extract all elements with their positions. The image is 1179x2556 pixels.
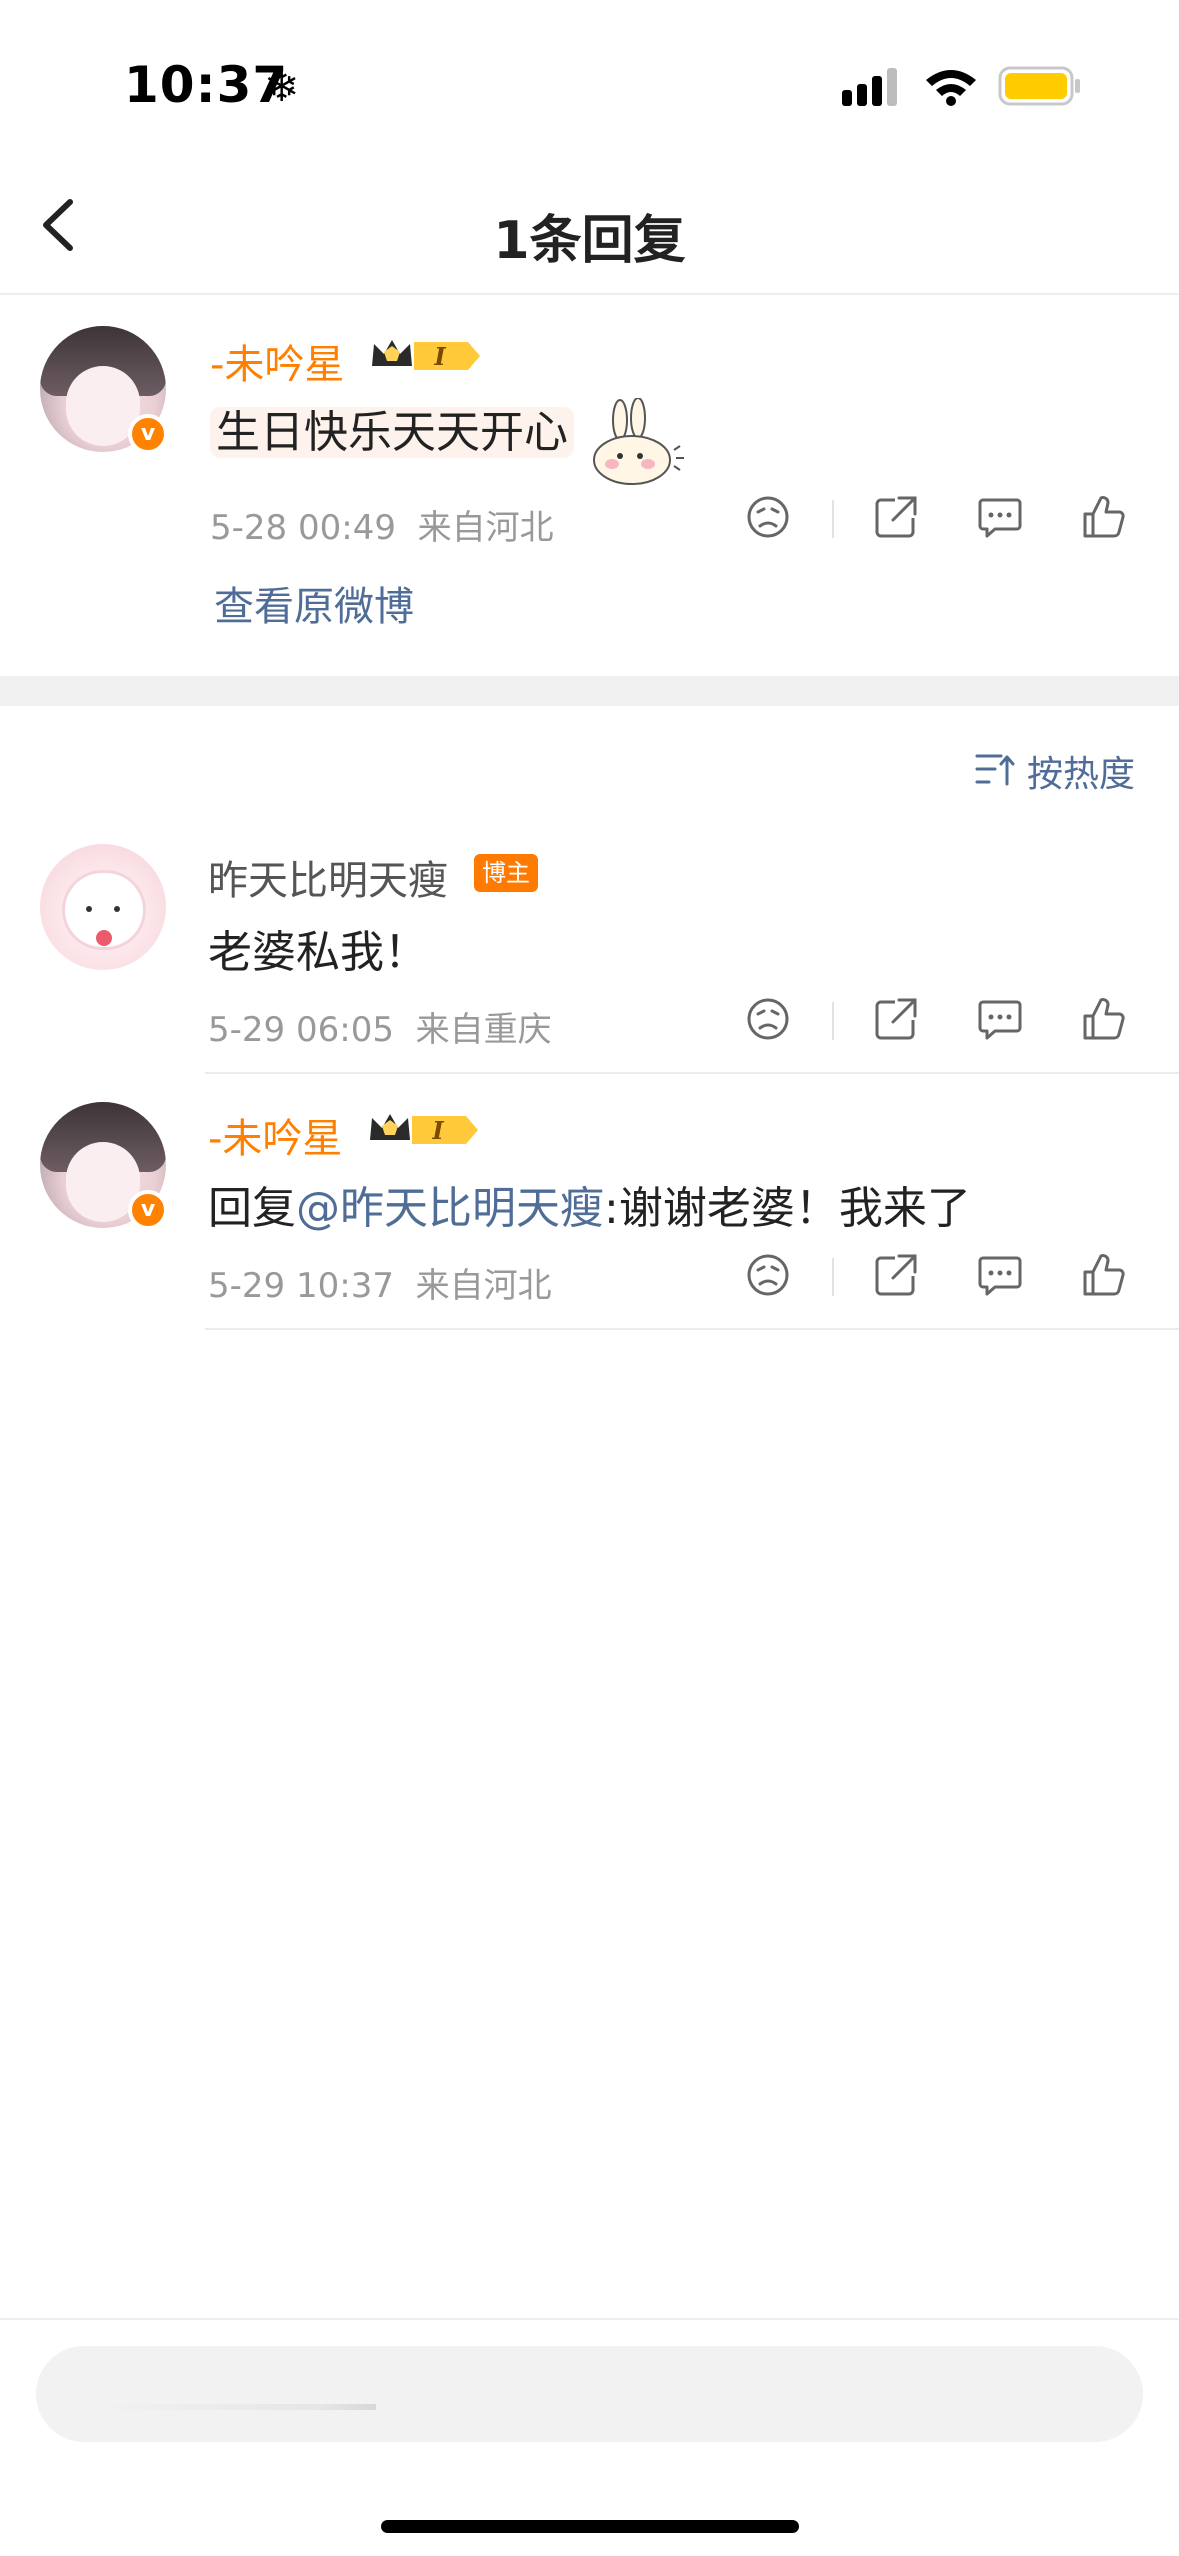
page-title: 1条回复 bbox=[493, 211, 686, 271]
comment-actions bbox=[745, 494, 1145, 544]
status-bar: 10:37 ❄ bbox=[0, 0, 1179, 150]
like-icon[interactable] bbox=[1081, 494, 1127, 540]
crown-level-badge-icon: I bbox=[370, 1114, 478, 1145]
comment-meta: 5-28 00:49 来自河北 bbox=[210, 500, 554, 549]
comment-text: 老婆私我！ bbox=[208, 927, 428, 978]
snowflake-icon: ❄ bbox=[264, 62, 300, 111]
location: 来自重庆 bbox=[415, 1010, 552, 1050]
wifi-icon bbox=[926, 70, 976, 106]
comment-text: 回复@昨天比明天瘦:谢谢老婆！我来了 bbox=[208, 1172, 971, 1236]
reply-prefix: 回复 bbox=[208, 1183, 296, 1234]
author-badge: 博主 bbox=[474, 854, 538, 892]
verified-badge-icon: v bbox=[128, 1190, 168, 1230]
crown-level-badge-icon: I bbox=[372, 340, 480, 371]
comment-meta: 5-29 10:37 来自河北 bbox=[208, 1258, 552, 1307]
comment-icon[interactable] bbox=[977, 1252, 1023, 1298]
section-divider bbox=[0, 676, 1179, 706]
cellular-signal-icon bbox=[842, 68, 897, 106]
share-icon[interactable] bbox=[873, 1252, 919, 1298]
comment-icon[interactable] bbox=[977, 494, 1023, 540]
verified-badge-icon: v bbox=[128, 414, 168, 454]
location: 来自河北 bbox=[415, 1266, 552, 1306]
mention-link[interactable]: @昨天比明天瘦 bbox=[296, 1183, 604, 1234]
like-icon[interactable] bbox=[1081, 996, 1127, 1042]
comment-icon[interactable] bbox=[977, 996, 1023, 1042]
battery-icon bbox=[998, 66, 1080, 106]
dislike-face-icon[interactable] bbox=[745, 996, 791, 1042]
sort-icon[interactable] bbox=[975, 752, 1015, 788]
svg-text:I: I bbox=[433, 342, 446, 371]
reply-body: :谢谢老婆！我来了 bbox=[604, 1183, 971, 1234]
dislike-face-icon[interactable] bbox=[745, 1252, 791, 1298]
separator bbox=[832, 500, 834, 538]
comment-text: 生日快乐天天开心 bbox=[210, 396, 574, 460]
reply-input[interactable] bbox=[36, 2346, 1143, 2442]
row-divider bbox=[205, 1072, 1179, 1074]
comment-actions bbox=[745, 996, 1145, 1046]
timestamp: 5-28 00:49 bbox=[210, 508, 396, 548]
share-icon[interactable] bbox=[873, 996, 919, 1042]
comment-meta: 5-29 06:05 来自重庆 bbox=[208, 1002, 552, 1051]
view-original-post-link[interactable]: 查看原微博 bbox=[214, 574, 414, 632]
input-placeholder bbox=[96, 2404, 376, 2410]
timestamp: 5-29 10:37 bbox=[208, 1266, 394, 1306]
timestamp: 5-29 06:05 bbox=[208, 1010, 394, 1050]
username[interactable]: -未吟星 bbox=[210, 332, 344, 390]
share-icon[interactable] bbox=[873, 494, 919, 540]
nav-bar: 1条回复 bbox=[0, 160, 1179, 295]
separator bbox=[832, 1258, 834, 1296]
home-indicator bbox=[381, 2520, 799, 2533]
username[interactable]: -未吟星 bbox=[208, 1106, 342, 1164]
username[interactable]: 昨天比明天瘦 bbox=[208, 848, 448, 906]
comment-actions bbox=[745, 1252, 1145, 1302]
location: 来自河北 bbox=[417, 508, 554, 548]
bottom-bar bbox=[0, 2318, 1179, 2556]
separator bbox=[832, 1002, 834, 1040]
row-divider bbox=[205, 1328, 1179, 1330]
dislike-face-icon[interactable] bbox=[745, 494, 791, 540]
svg-text:I: I bbox=[431, 1116, 444, 1145]
avatar[interactable] bbox=[40, 844, 166, 970]
like-icon[interactable] bbox=[1081, 1252, 1127, 1298]
sort-by-popularity[interactable]: 按热度 bbox=[1027, 745, 1135, 797]
bunny-sticker-icon bbox=[593, 398, 684, 485]
